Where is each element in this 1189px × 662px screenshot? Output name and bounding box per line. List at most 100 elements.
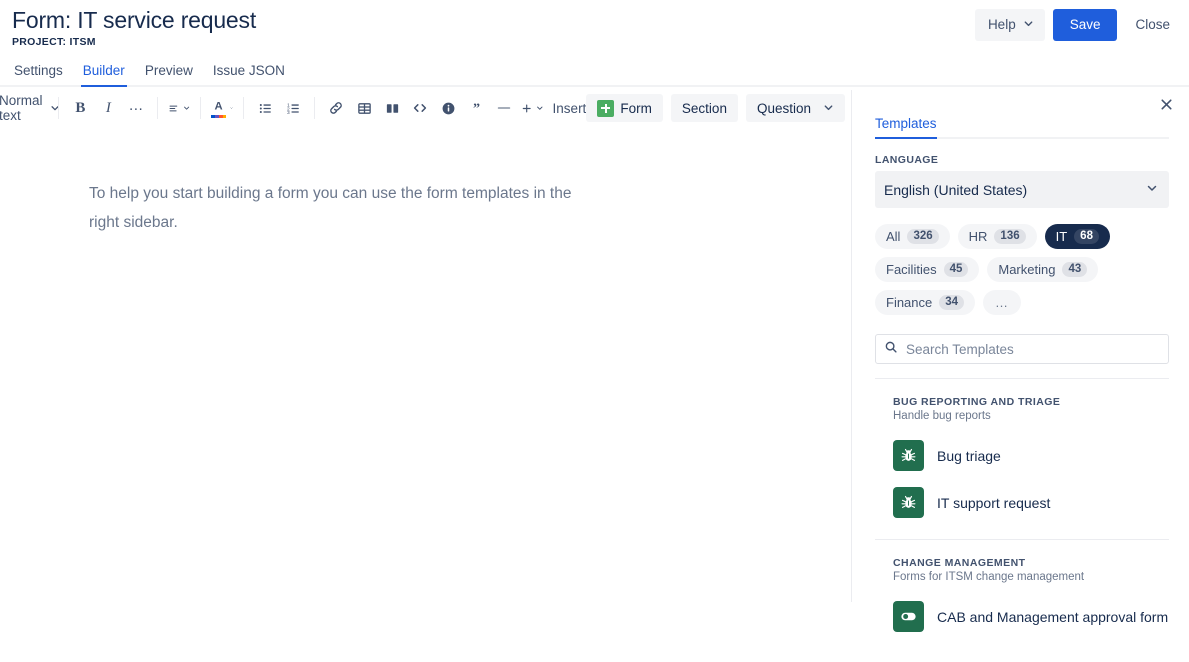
bold-icon[interactable]: B (66, 94, 94, 122)
chip-facilities[interactable]: Facilities 45 (875, 257, 980, 282)
template-group: BUG REPORTING AND TRIAGE Handle bug repo… (875, 379, 1169, 540)
template-group-title: CHANGE MANAGEMENT (893, 557, 1026, 569)
quote-icon[interactable]: ” (462, 94, 490, 122)
text-style-label: Normal text (0, 93, 43, 123)
chip-count: 68 (1074, 228, 1099, 245)
toolbar-divider (58, 97, 60, 119)
chip-label: HR (968, 229, 988, 244)
project-subtitle: PROJECT: ITSM (12, 36, 96, 48)
question-label: Question (756, 100, 811, 116)
divider-icon[interactable] (490, 94, 518, 122)
close-icon[interactable] (1153, 91, 1179, 117)
chevron-down-icon (1023, 18, 1034, 32)
table-icon[interactable] (350, 94, 378, 122)
chevron-down-icon (823, 101, 834, 116)
add-question-button[interactable]: Question (745, 94, 845, 122)
section-label: Section (681, 100, 727, 116)
toolbar-divider (157, 97, 159, 119)
chip-label: Finance (886, 295, 933, 310)
close-button[interactable]: Close (1125, 9, 1180, 41)
header-actions: Help Save Close (974, 9, 1180, 41)
toolbar-divider (314, 97, 316, 119)
body-split: Normal text B I … A 1 2 3 ” Insert Form … (0, 87, 1189, 662)
bug-icon (893, 440, 924, 471)
insert-button[interactable]: Insert (553, 94, 587, 122)
category-filter-chips: All 326 HR 136 IT 68 Facilities 45 Marke… (875, 224, 1169, 315)
templates-panel-inner: Templates LANGUAGE English (United State… (852, 87, 1189, 640)
bug-icon (893, 487, 924, 518)
chip-all[interactable]: All 326 (875, 224, 950, 249)
chip-label: IT (1055, 229, 1068, 244)
tab-settings[interactable]: Settings (4, 60, 73, 85)
chip-count: 34 (939, 294, 965, 311)
chip-more[interactable]: … (983, 290, 1022, 315)
page-title: Form: IT service request (12, 7, 257, 33)
template-item-it-support-request[interactable]: IT support request (875, 479, 1169, 526)
language-value: English (United States) (884, 181, 1028, 198)
chevron-down-icon (1146, 182, 1158, 197)
editor-pane: Normal text B I … A 1 2 3 ” Insert Form … (0, 87, 851, 662)
editor-paragraph: To help you start building a form you ca… (89, 185, 572, 231)
add-section-button[interactable]: Section (670, 94, 738, 122)
form-label: Form (620, 100, 652, 116)
template-group: CHANGE MANAGEMENT Forms for ITSM change … (875, 540, 1169, 640)
title-block: Form: IT service request PROJECT: ITSM (12, 6, 256, 48)
text-align-icon[interactable] (165, 94, 193, 122)
add-form-button[interactable]: Form (586, 94, 663, 122)
toggle-icon (893, 601, 924, 632)
tab-issue-json[interactable]: Issue JSON (203, 60, 295, 85)
template-group-desc: Handle bug reports (893, 410, 991, 422)
chip-count: 45 (943, 261, 969, 278)
bullet-list-icon[interactable] (251, 94, 279, 122)
tab-templates[interactable]: Templates (875, 116, 937, 139)
templates-panel: Templates LANGUAGE English (United State… (852, 87, 1189, 662)
chip-label: Marketing (998, 262, 1056, 277)
toolbar-divider (243, 97, 245, 119)
help-label: Help (987, 17, 1016, 32)
language-select[interactable]: English (United States) (875, 171, 1169, 208)
code-icon[interactable] (406, 94, 434, 122)
chip-label: All (886, 229, 901, 244)
tab-preview[interactable]: Preview (135, 60, 203, 85)
chip-it[interactable]: IT 68 (1044, 224, 1110, 249)
layout-icon[interactable] (378, 94, 406, 122)
template-item-label: IT support request (937, 494, 1051, 511)
search-input[interactable] (906, 341, 1160, 357)
chip-finance[interactable]: Finance 34 (875, 290, 976, 315)
search-icon (884, 340, 898, 359)
numbered-list-icon[interactable]: 123 (279, 94, 307, 122)
editor-toolbar: Normal text B I … A 1 2 3 ” Insert Form … (0, 87, 851, 129)
panel-tabs: Templates (875, 115, 1169, 139)
plus-icon (597, 99, 615, 117)
search-templates-field[interactable] (875, 334, 1169, 364)
insert-more-icon[interactable] (518, 94, 546, 122)
template-group-desc: Forms for ITSM change management (893, 571, 1085, 583)
template-item-label: CAB and Management approval form (937, 608, 1169, 625)
editor-content[interactable]: To help you start building a form you ca… (0, 129, 851, 237)
link-icon[interactable] (322, 94, 350, 122)
template-item-label: Bug triage (937, 447, 1001, 464)
chip-count: 136 (994, 228, 1026, 245)
template-item-cab-approval-form[interactable]: CAB and Management approval form (875, 593, 1169, 640)
chip-count: 326 (907, 228, 939, 245)
info-panel-icon[interactable] (434, 94, 462, 122)
chip-hr[interactable]: HR 136 (957, 224, 1037, 249)
chip-label: Facilities (886, 262, 937, 277)
text-color-icon[interactable]: A (208, 94, 236, 122)
tab-builder[interactable]: Builder (73, 60, 135, 87)
svg-text:”: ” (473, 101, 480, 116)
help-button[interactable]: Help (974, 9, 1045, 41)
svg-text:3: 3 (287, 110, 290, 116)
page-header: Form: IT service request PROJECT: ITSM H… (0, 0, 1189, 58)
svg-text:A: A (215, 100, 223, 112)
template-group-title: BUG REPORTING AND TRIAGE (893, 396, 1061, 408)
italic-icon[interactable]: I (94, 94, 122, 122)
chip-marketing[interactable]: Marketing 43 (987, 257, 1099, 282)
save-button[interactable]: Save (1052, 9, 1118, 41)
more-formatting-icon[interactable]: … (122, 94, 150, 122)
text-style-dropdown[interactable]: Normal text (0, 93, 60, 123)
chip-count: 43 (1062, 261, 1088, 278)
nav-tabs: Settings Builder Preview Issue JSON (0, 58, 1189, 87)
language-label: LANGUAGE (875, 154, 939, 166)
template-item-bug-triage[interactable]: Bug triage (875, 432, 1169, 479)
